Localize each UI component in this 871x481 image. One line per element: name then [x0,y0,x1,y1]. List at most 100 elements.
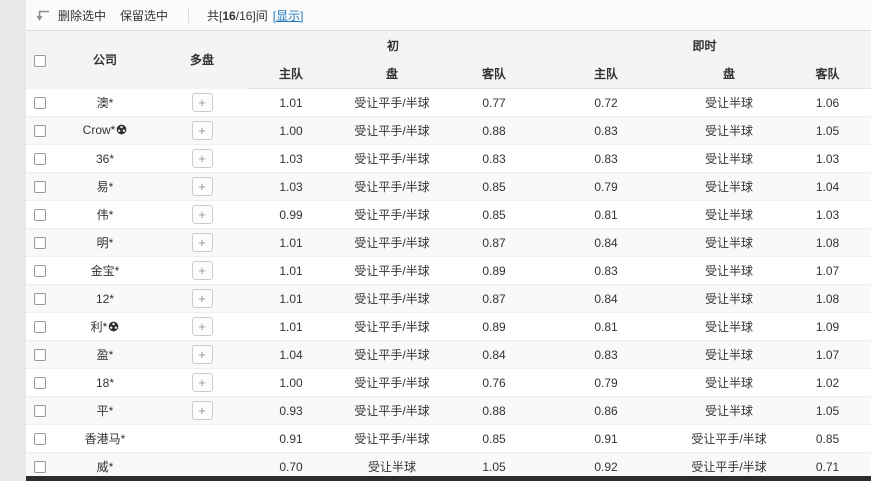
header-live-group: 即时 [538,31,871,60]
initial-home-odds: 1.03 [248,145,334,173]
table-row: 平* + 0.93 受让平手/半球 0.88 0.86 受让半球 1.05 [26,397,871,425]
row-select-cell [26,397,54,425]
row-checkbox[interactable] [34,237,46,249]
row-checkbox[interactable] [34,125,46,137]
company-name: 36* [96,152,114,166]
show-link[interactable]: [显示] [273,7,304,24]
live-handicap: 受让半球 [674,145,784,173]
initial-away-odds: 0.85 [450,201,538,229]
row-checkbox[interactable] [34,377,46,389]
multi-odds-button[interactable]: + [192,261,213,280]
row-checkbox[interactable] [34,405,46,417]
row-checkbox[interactable] [34,181,46,193]
initial-away-odds: 0.85 [450,425,538,453]
initial-away-odds: 0.87 [450,229,538,257]
delete-selected-button[interactable]: 删除选中 [58,7,106,24]
multi-odds-button[interactable]: + [192,373,213,392]
row-checkbox[interactable] [34,153,46,165]
row-select-cell [26,117,54,145]
row-checkbox[interactable] [34,293,46,305]
row-checkbox[interactable] [34,433,46,445]
company-name: 香港马* [85,432,126,446]
initial-home-odds: 1.03 [248,173,334,201]
row-checkbox[interactable] [34,209,46,221]
multi-odds-button[interactable]: + [192,345,213,364]
initial-away-odds: 0.87 [450,285,538,313]
live-home-odds: 0.81 [538,313,674,341]
live-home-odds: 0.84 [538,229,674,257]
live-handicap: 受让半球 [674,397,784,425]
row-select-cell [26,285,54,313]
multi-odds-button[interactable]: + [192,149,213,168]
live-home-odds: 0.83 [538,257,674,285]
multi-odds-cell: + [156,201,248,229]
live-handicap: 受让半球 [674,229,784,257]
initial-away-odds: 0.89 [450,313,538,341]
initial-home-odds: 0.93 [248,397,334,425]
multi-odds-button[interactable]: + [192,317,213,336]
live-handicap: 受让半球 [674,369,784,397]
table-header: 公司 多盘 初 即时 主队 盘 客队 主队 盘 客队 [26,31,871,89]
multi-odds-cell: + [156,341,248,369]
table-row: 伟* + 0.99 受让平手/半球 0.85 0.81 受让半球 1.03 [26,201,871,229]
company-name: 明* [97,236,114,250]
odds-panel: 删除选中 保留选中 共[16/16]间 [显示] 公司 多盘 初 即时 主队 盘… [26,0,871,481]
multi-odds-button[interactable]: + [192,93,213,112]
toolbar: 删除选中 保留选中 共[16/16]间 [显示] [26,0,871,30]
multi-odds-button[interactable]: + [192,233,213,252]
multi-odds-button[interactable]: + [192,205,213,224]
live-handicap: 受让半球 [674,201,784,229]
row-select-cell [26,369,54,397]
header-select-all-cell [26,31,54,89]
initial-handicap: 受让平手/半球 [334,285,450,313]
count-prefix: 共[ [207,9,222,23]
live-away-odds: 1.08 [784,229,871,257]
header-initial-group: 初 [248,31,538,60]
row-select-cell [26,229,54,257]
row-checkbox[interactable] [34,349,46,361]
initial-home-odds: 1.01 [248,89,334,117]
keep-selected-button[interactable]: 保留选中 [120,7,168,24]
multi-odds-button[interactable]: + [192,401,213,420]
soccer-ball-icon [116,124,127,138]
row-checkbox[interactable] [34,97,46,109]
row-checkbox[interactable] [34,461,46,473]
table-row: 澳* + 1.01 受让平手/半球 0.77 0.72 受让半球 1.06 [26,89,871,117]
multi-odds-cell: + [156,257,248,285]
count-rest: /16]间 [236,9,268,23]
company-cell: 利* [54,313,156,341]
live-home-odds: 0.86 [538,397,674,425]
multi-odds-cell: + [156,173,248,201]
company-name: 平* [97,404,114,418]
table-row: 18* + 1.00 受让平手/半球 0.76 0.79 受让半球 1.02 [26,369,871,397]
company-name: 利* [91,320,108,334]
row-checkbox[interactable] [34,321,46,333]
live-home-odds: 0.79 [538,369,674,397]
header-live-away: 客队 [784,60,871,89]
multi-odds-button[interactable]: + [192,121,213,140]
initial-handicap: 受让平手/半球 [334,425,450,453]
live-away-odds: 1.05 [784,397,871,425]
header-initial-handicap: 盘 [334,60,450,89]
odds-table: 公司 多盘 初 即时 主队 盘 客队 主队 盘 客队 澳* + 1.01 受让平… [26,30,871,481]
multi-odds-cell: + [156,285,248,313]
live-away-odds: 1.04 [784,173,871,201]
company-cell: 易* [54,173,156,201]
live-home-odds: 0.84 [538,285,674,313]
row-checkbox[interactable] [34,265,46,277]
multi-odds-button[interactable]: + [192,177,213,196]
company-name: 澳* [97,96,114,110]
soccer-ball-icon [108,321,119,335]
initial-handicap: 受让平手/半球 [334,117,450,145]
select-all-checkbox[interactable] [34,55,46,67]
initial-away-odds: 0.76 [450,369,538,397]
table-row: 金宝* + 1.01 受让平手/半球 0.89 0.83 受让半球 1.07 [26,257,871,285]
bottom-dark-bar [26,476,871,481]
toolbar-divider [188,7,189,23]
table-row: 利* + 1.01 受让平手/半球 0.89 0.81 受让半球 1.09 [26,313,871,341]
initial-handicap: 受让平手/半球 [334,257,450,285]
row-select-cell [26,313,54,341]
live-handicap: 受让半球 [674,173,784,201]
multi-odds-button[interactable]: + [192,289,213,308]
live-handicap: 受让半球 [674,117,784,145]
